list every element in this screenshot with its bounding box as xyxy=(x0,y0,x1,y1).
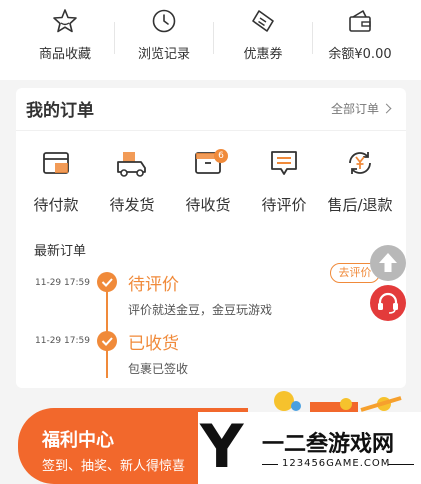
arrow-up-icon xyxy=(379,253,397,272)
timeline-time: 11-29 17:59 xyxy=(35,336,90,346)
history-label: 浏览记录 xyxy=(137,47,190,62)
watermark-url: 123456GAME.COM xyxy=(282,458,391,469)
delivery-icon xyxy=(115,148,149,182)
watermark-logo: Y 一二叁游戏网 123456GAME.COM xyxy=(198,412,421,484)
timeline-status: 待评价 xyxy=(128,275,179,295)
status-label: 售后/退款 xyxy=(327,196,393,214)
check-icon xyxy=(97,331,117,351)
welfare-subtitle: 签到、抽奖、新人得惊喜 xyxy=(42,459,186,474)
scroll-to-top-button[interactable] xyxy=(370,245,406,281)
balance-link[interactable]: 余额¥0.00 xyxy=(310,0,410,70)
watermark-name: 一二叁游戏网 xyxy=(262,432,395,457)
timeline-desc: 评价就送金豆，金豆玩游戏 xyxy=(128,303,273,317)
coins-decoration xyxy=(266,388,406,412)
ticket-icon xyxy=(250,8,276,38)
all-orders-link[interactable]: 全部订单 xyxy=(330,100,392,117)
divider xyxy=(262,464,278,465)
recent-orders-title: 最新订单 xyxy=(34,244,87,259)
all-orders-label: 全部订单 xyxy=(330,102,379,116)
timeline-time: 11-29 17:59 xyxy=(35,278,90,288)
balance-label: 余额¥0.00 xyxy=(328,47,392,62)
card-icon xyxy=(41,148,71,182)
customer-service-button[interactable] xyxy=(370,285,406,321)
favorites-link[interactable]: 商品收藏 xyxy=(15,0,115,70)
history-link[interactable]: 浏览记录 xyxy=(114,0,214,70)
coupons-link[interactable]: 优惠券 xyxy=(213,0,313,70)
timeline-status: 已收货 xyxy=(128,334,179,354)
orders-title: 我的订单 xyxy=(26,101,94,121)
clock-icon xyxy=(151,8,177,38)
quick-links-bar: 商品收藏 浏览记录 优惠券 余额¥0.00 xyxy=(0,0,421,80)
check-icon xyxy=(97,272,117,292)
coupons-label: 优惠券 xyxy=(243,47,283,62)
chevron-right-icon xyxy=(381,103,392,114)
watermark-letter: Y xyxy=(200,412,244,482)
timeline-desc: 包裹已签收 xyxy=(128,362,189,376)
comment-icon xyxy=(269,148,299,182)
divider xyxy=(388,464,414,465)
pending-receipt-badge: 6 xyxy=(214,149,228,163)
headset-icon xyxy=(378,292,398,314)
favorites-label: 商品收藏 xyxy=(38,47,91,62)
star-icon xyxy=(52,8,78,38)
refund-icon xyxy=(345,148,375,182)
divider xyxy=(16,130,406,131)
orders-card: 我的订单 全部订单 待付款 待发货 待收货 6 待评价 售后/退款 最新订单 1… xyxy=(16,88,406,388)
welfare-title: 福利中心 xyxy=(42,430,114,451)
wallet-icon xyxy=(347,8,373,38)
